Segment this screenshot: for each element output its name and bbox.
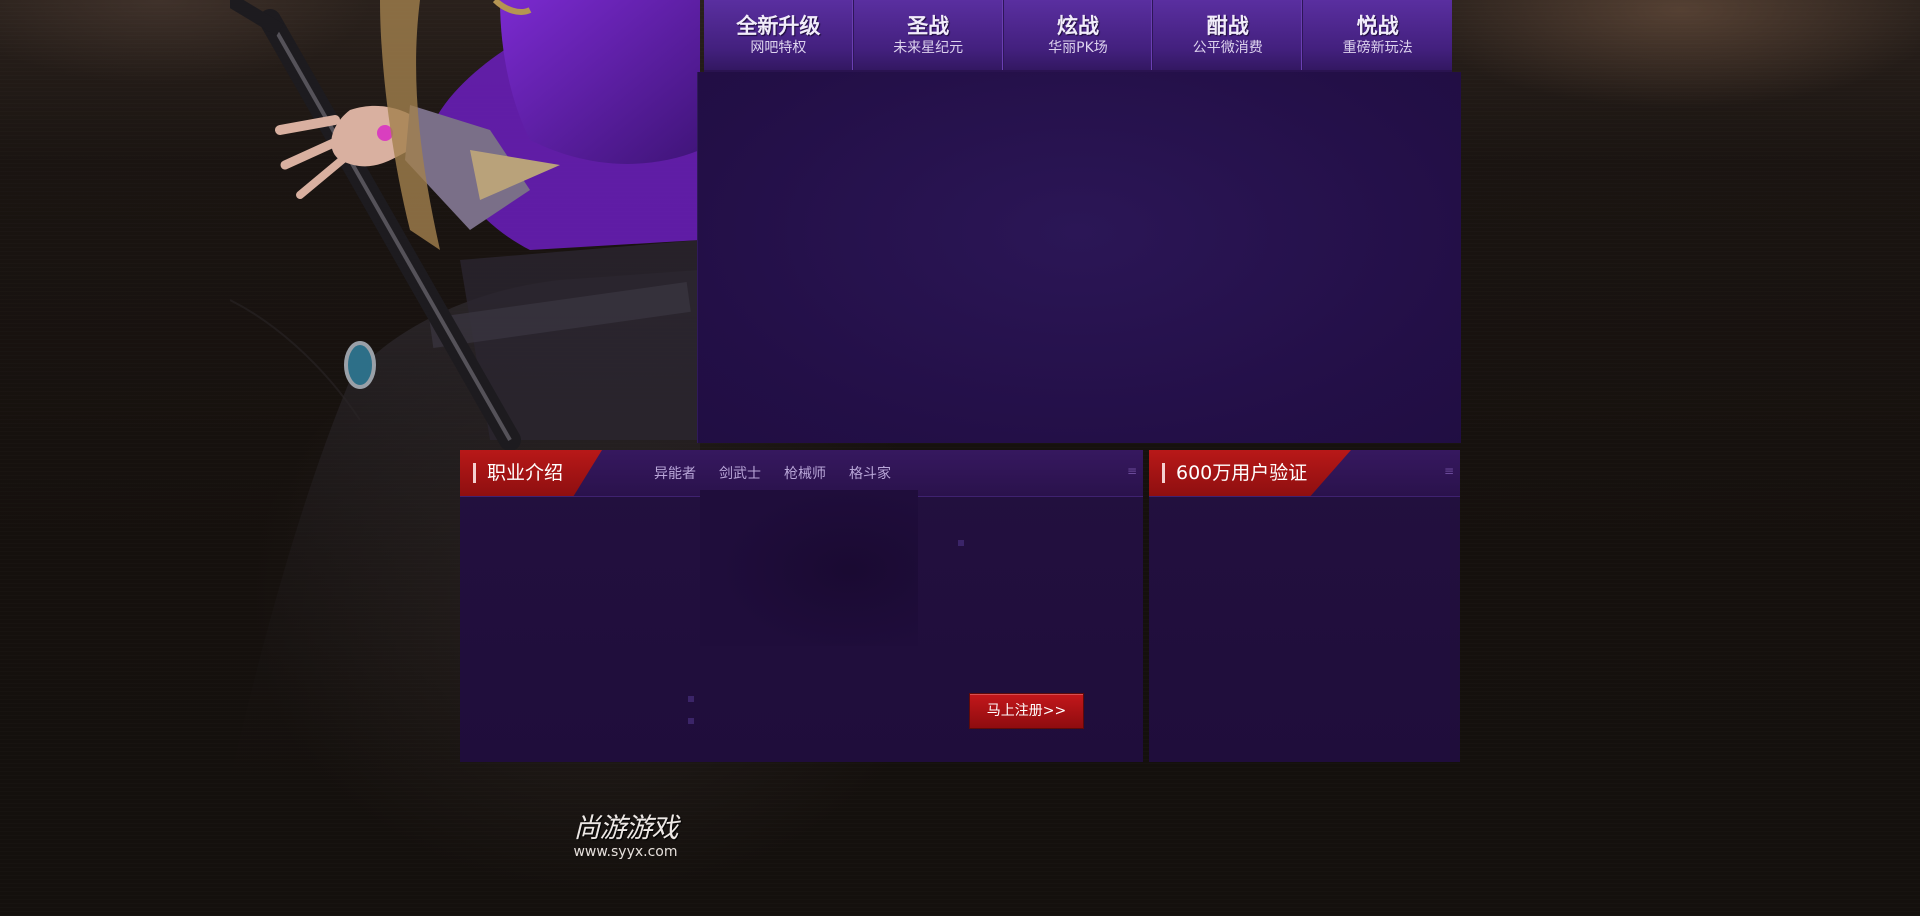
logo-name: 尚游游戏 (573, 813, 679, 844)
footer-logo[interactable]: 尚游游戏 www.syyx.com (568, 813, 683, 861)
feature-nav-title: 悦战 (1356, 13, 1399, 38)
feature-nav-item-holy-war[interactable]: 圣战 未来星纪元 (854, 0, 1004, 70)
decor-dot (688, 718, 694, 724)
feature-nav-subtitle: 网吧特权 (750, 39, 807, 56)
title-accent-bar (1162, 463, 1165, 483)
feature-nav-subtitle: 公平微消费 (1192, 39, 1263, 56)
career-preview-area (700, 490, 918, 646)
decor-dot (688, 696, 694, 702)
career-tab-swordsman[interactable]: 剑武士 (719, 463, 761, 483)
feature-nav-subtitle: 未来星纪元 (893, 39, 964, 56)
feature-nav-title: 酣战 (1206, 13, 1249, 38)
feature-nav-item-joy-war[interactable]: 悦战 重磅新玩法 (1303, 0, 1452, 70)
career-panel-title: 职业介绍 (487, 462, 564, 484)
career-panel-title-tag: 职业介绍 (460, 450, 602, 496)
logo-url: www.syyx.com (573, 844, 678, 860)
main-banner-area[interactable] (697, 72, 1461, 443)
career-tab-esper[interactable]: 异能者 (654, 463, 696, 483)
feature-nav-item-fierce-war[interactable]: 酣战 公平微消费 (1153, 0, 1304, 70)
career-tab-fighter[interactable]: 格斗家 (849, 463, 891, 483)
feature-nav-item-dazzle-war[interactable]: 炫战 华丽PK场 (1004, 0, 1154, 70)
feature-nav-title: 圣战 (907, 13, 950, 38)
feature-nav-title: 炫战 (1056, 13, 1099, 38)
title-accent-bar (473, 463, 476, 483)
feature-nav-title: 全新升级 (736, 13, 821, 38)
feature-nav: 全新升级 网吧特权 圣战 未来星纪元 炫战 华丽PK场 酣战 公平微消费 悦战 … (704, 0, 1452, 72)
decor-dot (958, 540, 964, 546)
users-panel-title-tag: 600万用户验证 (1149, 450, 1351, 496)
users-panel-title: 600万用户验证 (1176, 462, 1308, 484)
more-icon: ≡ (1443, 464, 1454, 478)
career-panel: 职业介绍 异能者 剑武士 枪械师 格斗家 ≡ 马上注册>> (460, 450, 1143, 762)
users-panel: 600万用户验证 ≡ (1149, 450, 1460, 762)
feature-nav-subtitle: 重磅新玩法 (1342, 39, 1413, 56)
register-now-button[interactable]: 马上注册>> (969, 693, 1084, 729)
feature-nav-subtitle: 华丽PK场 (1048, 39, 1108, 56)
more-icon: ≡ (1126, 464, 1137, 478)
users-panel-header: 600万用户验证 ≡ (1149, 450, 1460, 497)
feature-nav-item-upgrade[interactable]: 全新升级 网吧特权 (704, 0, 854, 70)
career-tab-gunner[interactable]: 枪械师 (784, 463, 826, 483)
